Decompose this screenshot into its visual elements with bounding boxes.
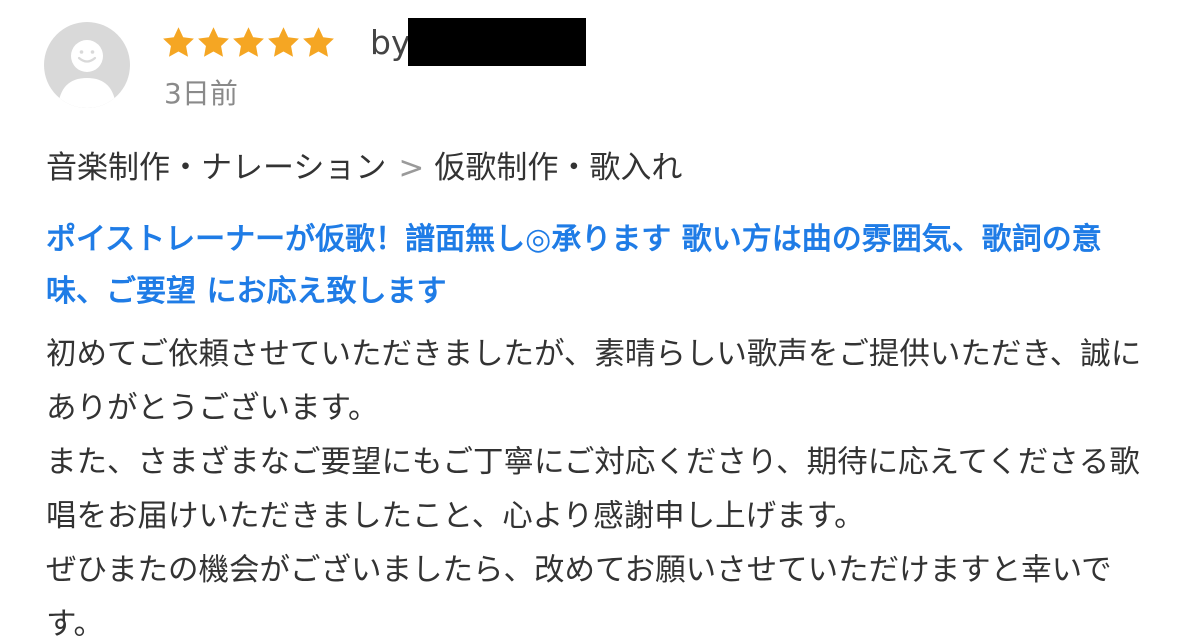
review-timestamp: 3日前: [164, 77, 238, 110]
breadcrumb-subcategory[interactable]: 仮歌制作・歌入れ: [434, 150, 682, 186]
reviewer-byline: by: [370, 18, 587, 66]
breadcrumb-separator: >: [398, 150, 425, 186]
star-icon: [267, 26, 300, 58]
star-rating: [162, 20, 335, 64]
review-paragraph: また、さまざまなご要望にもご丁寧にご対応くださり、期待に応えてくださる歌唱をお届…: [46, 445, 1140, 534]
star-icon: [302, 26, 335, 58]
service-title-link[interactable]: ポイストレーナーが仮歌！譜面無し◎承ります 歌い方は曲の雰囲気、歌詞の意味、ご要…: [46, 214, 1156, 318]
avatar[interactable]: [44, 22, 130, 108]
redacted-reviewer-name: [408, 18, 587, 66]
review-paragraph: ぜひまたの機会がございましたら、改めてお願いさせていただけますと幸いです。: [46, 553, 1112, 642]
reviewer-prefix: by: [370, 22, 411, 62]
star-icon: [162, 26, 195, 58]
user-icon: [58, 40, 116, 108]
review-body: 初めてご依頼させていただきましたが、素晴らしい歌声をご提供いただき、誠にありがと…: [46, 328, 1156, 644]
star-icon: [197, 26, 230, 58]
review-card: by 3日前 音楽制作・ナレーション > 仮歌制作・歌入れ ポイストレーナーが仮歌！…: [0, 0, 1200, 644]
star-icon: [232, 26, 265, 58]
breadcrumb: 音楽制作・ナレーション > 仮歌制作・歌入れ: [46, 146, 682, 190]
breadcrumb-category[interactable]: 音楽制作・ナレーション: [46, 150, 386, 186]
review-paragraph: 初めてご依頼させていただきましたが、素晴らしい歌声をご提供いただき、誠にありがと…: [46, 337, 1142, 426]
